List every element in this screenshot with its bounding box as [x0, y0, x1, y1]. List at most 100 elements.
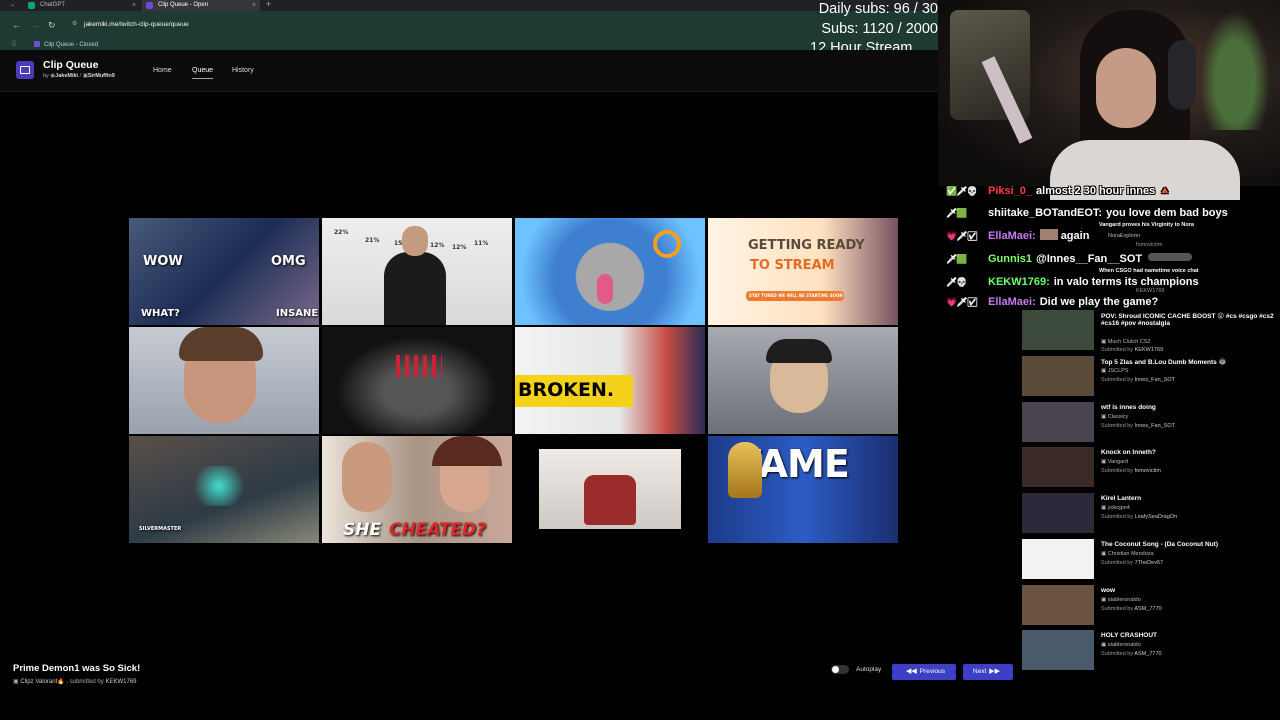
thumbnail-caption: 11%	[474, 240, 489, 247]
next-button[interactable]: Next ▶▶	[963, 664, 1013, 680]
thumbnail-caption: BROKEN.	[518, 379, 615, 401]
chat-badges: 🗡🟩	[946, 254, 968, 264]
daily-subs-counter: Daily subs: 96 / 30	[818, 1, 938, 17]
video-thumbnail	[708, 327, 898, 434]
bookmarks-bar	[0, 40, 938, 50]
url-field[interactable]: jakemiki.me/twitch-clip-queue/queue	[84, 21, 189, 28]
autoplay-toggle[interactable]	[831, 665, 849, 674]
queue-item-title: Kirel Lantern	[1101, 495, 1142, 502]
clip-title: Prime Demon1 was So Sick!	[13, 663, 141, 674]
queue-item-channel: ▣ Christian Mendoza	[1101, 551, 1154, 557]
thumbnail-caption: GETTING READY	[748, 238, 865, 253]
thumbnail-caption: 12%	[430, 242, 445, 249]
queue-item[interactable]: wow ▣ stableronaldo Submitted by ASM_777…	[1022, 585, 1280, 630]
thumbnail-caption: 12%	[452, 244, 467, 251]
submitter-name: ASM_7770	[1134, 606, 1162, 612]
queue-item-submitter: Submitted by KEKW1769	[1101, 347, 1163, 353]
queue-item-submitter: Submitted by 7TheDev67	[1101, 560, 1163, 566]
chat-text: in valo terms its champions	[1053, 276, 1199, 288]
previous-label: Previous	[919, 668, 946, 675]
submitted-by-label: Submitted by	[1101, 468, 1134, 474]
queue-item-thumbnail	[1022, 493, 1094, 533]
autoplay-label: Autoplay	[856, 666, 882, 673]
queue-item-channel: ▣ Vangard	[1101, 459, 1129, 465]
reload-icon[interactable]: ↻	[48, 20, 56, 31]
site-info-icon[interactable]: ⚙	[72, 20, 77, 27]
chat-message: ✅🗡💀 Piksi_0_ almost 2 30 hour innes 🔺	[946, 184, 1172, 197]
queue-item[interactable]: Knock on Inneth? ▣ Vangard Submitted by …	[1022, 447, 1280, 492]
fire-icon: 🔥	[57, 679, 65, 685]
clip-channel[interactable]: Clipz Valorant	[20, 679, 57, 685]
queue-item-submitter: Submitted by fomovictim	[1101, 468, 1161, 474]
video-thumbnail: FAME	[708, 436, 898, 543]
app-authors: by ◉JakeMiki / ▣SirMuffin9	[43, 73, 115, 79]
close-tab-icon[interactable]: ×	[252, 0, 256, 11]
queue-item-thumbnail	[1022, 630, 1094, 670]
tab-clip-queue[interactable]: Clip Queue - Open ×	[142, 0, 260, 11]
queue-item-channel: ▣ JSCLPS	[1101, 368, 1129, 374]
queue-item-title: POV: Shroud ICONIC CACHE BOOST 😮 #cs #cs…	[1101, 313, 1274, 320]
channel-name: Much Clutch CS2	[1107, 339, 1151, 345]
clip-queue-icon	[146, 2, 153, 9]
chat-message: 💗🗡☑ EllaMaei: again	[946, 229, 1089, 242]
queue-item-title: The Coconut Song - (Da Coconut Nut)	[1101, 541, 1218, 548]
submitted-by-label: Submitted by	[1101, 423, 1134, 429]
clip-queue-list: POV: Shroud ICONIC CACHE BOOST 😮 #cs #cs…	[1020, 305, 1280, 670]
submitter-name: fomovictim	[1134, 468, 1161, 474]
forward-icon[interactable]: →	[30, 20, 39, 30]
clip-queue-logo-icon[interactable]	[16, 61, 34, 79]
back-icon[interactable]: ←	[12, 20, 21, 30]
video-thumbnail: SHE CHEATED?	[322, 436, 512, 543]
thumbnail-caption: WOW	[143, 254, 183, 269]
tab-label: ChatGPT	[40, 2, 66, 8]
queue-item-thumbnail	[1022, 402, 1094, 442]
video-thumbnail: GETTING READY TO STREAM STAY TUNED WE WI…	[708, 218, 898, 325]
thumbnail-caption: 22%	[334, 229, 349, 236]
queue-item[interactable]: POV: Shroud ICONIC CACHE BOOST 😮 #cs #cs…	[1022, 310, 1280, 355]
queue-item-channel: ▣ stableronaldo	[1101, 642, 1141, 648]
video-thumbnail	[322, 327, 512, 434]
channel-name: stableronaldo	[1107, 597, 1141, 603]
queue-item-submitter: Submitted by ASM_7770	[1101, 651, 1162, 657]
emote-icon	[1039, 229, 1058, 240]
video-thumbnail: WOW OMG WHAT? INSANE	[129, 218, 319, 325]
apps-grid-icon[interactable]: ⁞⁞	[12, 41, 16, 48]
clip-submitter: KEKW1769	[105, 679, 137, 685]
streamer-face	[1096, 48, 1156, 128]
author-link[interactable]: JakeMiki	[55, 73, 78, 79]
queue-item[interactable]: The Coconut Song - (Da Coconut Nut) ▣ Ch…	[1022, 539, 1280, 584]
thumbnail-caption: TO STREAM	[750, 258, 835, 273]
bookmark-clip-queue[interactable]: Clip Queue - Closed	[34, 41, 98, 48]
video-thumbnail: 22% 21% 15% 12% 12% 11%	[322, 218, 512, 325]
thumbnail-caption: SHE	[343, 520, 382, 540]
queue-item-title: HOLY CRASHOUT	[1101, 632, 1157, 639]
nav-history[interactable]: History	[232, 67, 254, 74]
nav-home[interactable]: Home	[153, 67, 172, 74]
thumbnail-caption: OMG	[271, 254, 306, 269]
chat-badges: 🗡💀	[946, 277, 968, 287]
clip-queue-app: Clip Queue by ◉JakeMiki / ▣SirMuffin9 Ho…	[0, 50, 1020, 720]
queue-item-thumbnail	[1022, 356, 1094, 396]
channel-name: yokojpn4	[1107, 505, 1130, 511]
channel-name: Classicy	[1107, 414, 1129, 420]
queue-item-channel: ▣ stableronaldo	[1101, 597, 1141, 603]
new-tab-button[interactable]: +	[266, 0, 271, 9]
clip-meta: ▣ Clipz Valorant🔥 , submitted by KEKW176…	[13, 678, 136, 685]
author-link[interactable]: SirMuffin9	[88, 73, 115, 79]
nav-queue[interactable]: Queue	[192, 67, 214, 79]
video-thumbnail	[515, 436, 705, 543]
queue-item[interactable]: HOLY CRASHOUT ▣ stableronaldo Submitted …	[1022, 630, 1280, 670]
tab-chatgpt[interactable]: ChatGPT ×	[24, 0, 140, 11]
queue-item-thumbnail	[1022, 310, 1094, 350]
queue-item-title: Top 5 Zlas and B.Lou Dumb Moments 😂	[1101, 359, 1227, 366]
queue-item[interactable]: Kirel Lantern ▣ yokojpn4 Submitted by Le…	[1022, 493, 1280, 538]
channel-name: Vangard	[1107, 459, 1129, 465]
previous-button[interactable]: ◀◀ Previous	[892, 664, 956, 680]
queue-item[interactable]: wtf is innes doing ▣ Classicy Submitted …	[1022, 402, 1280, 447]
queue-item[interactable]: Top 5 Zlas and B.Lou Dumb Moments 😂 ▣ JS…	[1022, 356, 1280, 401]
close-tab-icon[interactable]: ×	[132, 0, 136, 11]
author-separator: /	[79, 73, 82, 79]
tab-search-icon[interactable]: ⌄	[10, 1, 15, 8]
clip-player[interactable]: WOW OMG WHAT? INSANE 22% 21% 15% 12% 12%…	[129, 218, 899, 544]
subs-counter: Subs: 1120 / 2000	[821, 20, 938, 37]
